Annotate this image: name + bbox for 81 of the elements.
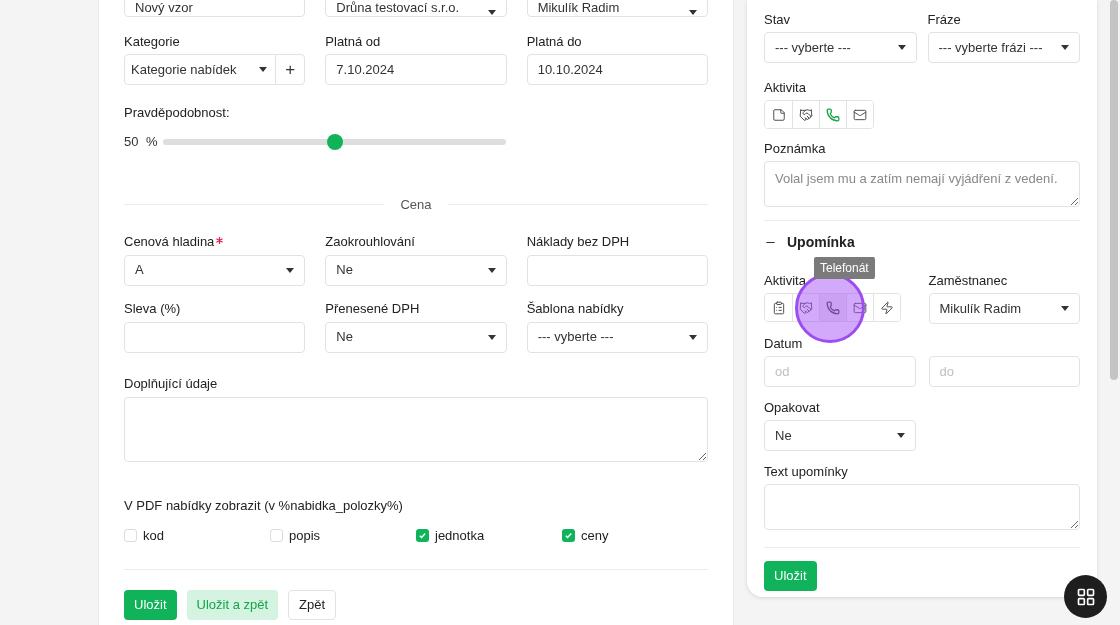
input-field[interactable]: Nový vzor bbox=[124, 0, 306, 17]
select-field[interactable]: --- vyberte frázi --- bbox=[927, 32, 1080, 63]
caret-icon bbox=[286, 267, 295, 273]
caret-icon bbox=[689, 10, 697, 15]
select-field[interactable]: Ne bbox=[764, 420, 916, 451]
note-icon bbox=[771, 107, 786, 122]
input-field[interactable] bbox=[124, 321, 306, 353]
section-title: Cena bbox=[400, 196, 432, 214]
field-label: Náklady bez DPH bbox=[526, 233, 630, 252]
check-icon bbox=[564, 530, 573, 540]
select-field[interactable]: Ne bbox=[325, 321, 507, 353]
select-field[interactable]: Ne bbox=[325, 254, 507, 286]
activity-button[interactable] bbox=[846, 101, 873, 128]
field-label: Šablona nabídky bbox=[526, 300, 624, 319]
select-field[interactable]: Mikulík Radim bbox=[928, 293, 1080, 324]
phone-icon bbox=[826, 107, 840, 122]
clipboard-icon bbox=[771, 300, 786, 315]
checkbox-label: popis bbox=[289, 526, 321, 545]
caret-icon bbox=[689, 334, 697, 340]
action-button[interactable]: Zpět bbox=[288, 590, 337, 620]
tooltip: Telefonát bbox=[814, 257, 875, 279]
checkbox[interactable] bbox=[416, 528, 429, 542]
select-field[interactable]: --- vyberte --- bbox=[764, 32, 917, 63]
handshake-icon bbox=[799, 300, 813, 315]
lightning-icon bbox=[880, 300, 894, 315]
caret-icon bbox=[1061, 45, 1069, 50]
select-field[interactable]: A bbox=[124, 254, 306, 286]
field-label: Zaokrouhlování bbox=[325, 233, 415, 252]
text-area[interactable]: Volal jsem mu a zatím nemají vyjádření z vedení. bbox=[764, 161, 1080, 207]
field-label: Text upomínky bbox=[764, 462, 848, 481]
field-label: Opakovat bbox=[764, 398, 820, 417]
slider-value: 50 bbox=[124, 133, 140, 152]
caret-icon bbox=[487, 267, 496, 273]
input-field[interactable]: do bbox=[928, 356, 1080, 387]
caret-icon bbox=[1061, 306, 1069, 311]
field-label: Poznámka bbox=[764, 139, 826, 158]
caret-icon bbox=[487, 334, 496, 340]
input-field[interactable]: od bbox=[764, 356, 916, 387]
field-label: Platná do bbox=[526, 32, 582, 51]
checkbox-label: ceny bbox=[581, 526, 609, 545]
checkbox[interactable] bbox=[562, 528, 575, 542]
input-field[interactable] bbox=[526, 254, 708, 286]
field-label: Zaměstnanec bbox=[928, 271, 1008, 290]
checkbox[interactable] bbox=[124, 528, 137, 542]
checkbox-label: kod bbox=[143, 526, 164, 545]
activity-button[interactable] bbox=[873, 294, 900, 321]
apps-button[interactable] bbox=[1064, 575, 1107, 618]
field-label: Aktivita bbox=[764, 271, 806, 290]
check-icon bbox=[418, 530, 427, 540]
mail-icon bbox=[853, 107, 867, 122]
input-field[interactable]: 10.10.2024 bbox=[526, 54, 708, 85]
handshake-icon bbox=[799, 107, 813, 122]
checkbox-label: jednotka bbox=[435, 526, 485, 545]
phone-icon bbox=[826, 300, 840, 315]
caret-icon bbox=[487, 10, 496, 15]
caret-icon bbox=[897, 45, 906, 50]
field-label: Cenová hladina bbox=[124, 233, 215, 252]
field-label: Datum bbox=[764, 334, 803, 353]
input-field[interactable]: 7.10.2024 bbox=[325, 54, 507, 85]
grid-icon bbox=[1075, 586, 1096, 607]
field-label: Sleva (%) bbox=[124, 300, 181, 319]
field-label: Kategorie bbox=[124, 32, 180, 51]
mail-icon bbox=[853, 300, 867, 315]
field-label: Stav bbox=[764, 10, 790, 29]
activity-button[interactable] bbox=[819, 294, 846, 321]
select-field[interactable]: Mikulík Radim bbox=[526, 0, 708, 17]
required-icon bbox=[216, 236, 224, 244]
field-label: Pravděpodobnost: bbox=[124, 103, 230, 122]
section-title: Upomínka bbox=[787, 232, 855, 252]
field-label: Aktivita bbox=[764, 78, 806, 97]
field-label: Doplňující údaje bbox=[124, 375, 218, 394]
field-label: V PDF nabídky zobrazit (v %nabidka_polozky%) bbox=[124, 497, 403, 516]
percent-unit: % bbox=[146, 133, 159, 152]
select-field[interactable]: Drůna testovací s.r.o. bbox=[325, 0, 507, 17]
caret-icon bbox=[896, 433, 905, 438]
field-label: Přenesené DPH bbox=[325, 300, 420, 319]
select-field[interactable]: --- vyberte --- bbox=[526, 321, 708, 353]
field-label: Platná od bbox=[325, 32, 381, 51]
field-label: Fráze bbox=[927, 10, 961, 29]
slider-thumb[interactable] bbox=[326, 134, 343, 150]
checkbox[interactable] bbox=[270, 528, 283, 542]
